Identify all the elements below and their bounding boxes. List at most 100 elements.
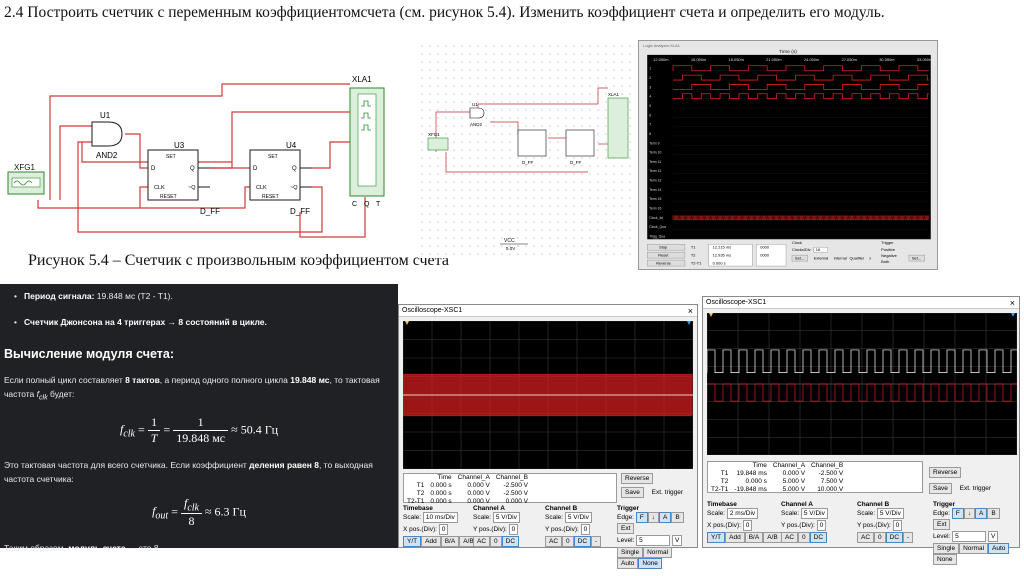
svg-text:~Q: ~Q (290, 185, 298, 191)
osc1-chb-scale[interactable]: 5 V/Div (564, 512, 592, 523)
osc1-xpos[interactable]: 0 (438, 524, 449, 535)
svg-text:U4: U4 (286, 141, 297, 150)
svg-text:Clocks/Div: Clocks/Div (792, 247, 811, 252)
cursor-t1-marker (405, 321, 409, 325)
svg-text:D: D (253, 166, 258, 172)
logic-analyzer-window: Logic Analyzer-XLA1 Time (s) 12.050m 15.0… (638, 40, 938, 270)
svg-text:D_FF: D_FF (200, 207, 220, 216)
osc2-screen (706, 312, 1020, 456)
osc1-timebase-scale[interactable]: 10 ms/Div (422, 512, 458, 523)
la-time-tick: 27.050m (842, 57, 858, 62)
formula-fclk: fclk = 1T = 1 19.848 мс ≈ 50.4 Гц (119, 414, 279, 445)
osc1-trigger-level[interactable]: 5 (636, 535, 671, 546)
la-channel-label: 6 (649, 113, 651, 117)
la-channel-label: 7 (649, 123, 651, 127)
bullet-johnson: Счетчик Джонсона на 4 триггерах → 8 сост… (14, 317, 394, 327)
osc1-save-button[interactable]: Save (621, 487, 644, 498)
svg-text:D: D (151, 166, 156, 172)
paragraph-conclusion: Таким образом, модуль счета — это 8. (4, 543, 161, 554)
osc1-mode-yt[interactable]: Y/T (403, 536, 422, 547)
explanation-panel: Период сигнала: 19.848 мс (T2 - T1). Сче… (0, 284, 398, 553)
la-time-header: Time (s) (779, 49, 797, 55)
la-channel-label: Term 11 (649, 160, 661, 164)
la-channel-label: Clock_Int (649, 216, 663, 220)
svg-text:AND2: AND2 (470, 122, 483, 127)
svg-text:U1: U1 (472, 102, 478, 107)
la-channel-label: 8 (649, 132, 651, 136)
osc2-xpos[interactable]: 0 (742, 520, 753, 531)
svg-text:12.215 ms: 12.215 ms (713, 245, 731, 250)
osc1-cha-scale[interactable]: 5 V/Div (492, 512, 520, 523)
cursor-t1-marker (709, 313, 713, 317)
la-time-tick: 24.050m (804, 57, 820, 62)
osc1-cha-ypos[interactable]: 0 (508, 524, 519, 535)
osc1-readout: Time Channel_A Channel_B T1 0.000 s 0.000 V-… (403, 473, 617, 505)
osc1-close-icon[interactable]: × (688, 305, 693, 317)
osc1-reverse-button[interactable]: Reverse (621, 473, 654, 484)
la-channel-label: 4 (649, 95, 651, 99)
osc2-save-button[interactable]: Save (929, 483, 952, 494)
osc2-chb-scale[interactable]: 5 V/Div (876, 508, 904, 519)
svg-text:D_FF: D_FF (522, 160, 534, 165)
svg-text:D_FF: D_FF (570, 160, 582, 165)
formula-fout: fout = fclk 8 ≈ 6.3 Гц (152, 495, 246, 529)
svg-text:SET: SET (268, 154, 278, 160)
svg-text:RESET: RESET (262, 194, 279, 200)
and-gate: U1 AND2 (91, 111, 123, 160)
la-channel-label: 5 (649, 104, 651, 108)
la-time-tick: 21.050m (766, 57, 782, 62)
svg-text:SET: SET (166, 154, 176, 160)
la-time-tick: 12.050m (653, 57, 669, 62)
osc2-timebase-scale[interactable]: 2 ms/Div (726, 508, 759, 519)
osc2-cha-scale[interactable]: 5 V/Div (800, 508, 828, 519)
osc2-cha-ypos[interactable]: 0 (816, 520, 827, 531)
svg-text:0000: 0000 (760, 245, 770, 250)
svg-text:Reverse: Reverse (656, 261, 672, 266)
svg-text:Q: Q (190, 166, 195, 172)
la-time-tick: 30.050m (879, 57, 895, 62)
svg-text:Q: Q (292, 166, 297, 172)
svg-text:T: T (376, 201, 381, 208)
svg-text:Qualifier: Qualifier (849, 256, 864, 261)
osc2-trigger-level[interactable]: 5 (952, 531, 987, 542)
svg-text:Internal: Internal (834, 256, 847, 261)
la-channel-label: Term 12 (649, 169, 661, 173)
bullet-period: Период сигнала: 19.848 мс (T2 - T1). (14, 291, 394, 301)
osc2-mode-yt[interactable]: Y/T (707, 532, 726, 543)
osc2-reverse-button[interactable]: Reverse (929, 467, 962, 478)
la-channel-label: Term 16 (649, 207, 661, 211)
svg-text:XLA1: XLA1 (352, 75, 372, 84)
svg-text:XFG1: XFG1 (428, 132, 440, 137)
svg-text:Trigger: Trigger (881, 240, 894, 245)
la-channel-label: Term 9 (649, 141, 659, 145)
oscilloscope-window-1: Oscilloscope-XSC1 × Time Channel_A Channel_… (398, 304, 698, 569)
oscilloscope-window-2: Oscilloscope-XSC1 × Time Channel_A Channel_… (702, 296, 1020, 565)
osc1-chb-ypos[interactable]: 0 (580, 524, 591, 535)
svg-text:Q: Q (364, 201, 370, 208)
paragraph-clock: Если полный цикл составляет 8 тактов, а … (4, 375, 380, 402)
osc1-title: Oscilloscope-XSC1 (402, 307, 463, 314)
la-time-tick: 33.050m (917, 57, 933, 62)
la-time-tick: 15.050m (691, 57, 707, 62)
svg-text:x: x (869, 256, 871, 261)
osc2-close-icon[interactable]: × (1010, 297, 1015, 309)
svg-text:0.000 s: 0.000 s (713, 261, 726, 266)
svg-text:XLA1: XLA1 (608, 92, 620, 97)
workspace-components: XFG1 U1 AND2 D_FF D_FF XLA1 VCC 5.0V (427, 92, 629, 251)
svg-text:Clock: Clock (792, 240, 802, 245)
svg-text:External: External (814, 256, 829, 261)
flip-flop-u3: U3 SET D Q CLK ~Q RESET D_FF (147, 141, 220, 216)
osc2-chb-ypos[interactable]: 0 (892, 520, 903, 531)
svg-text:Stop: Stop (659, 245, 668, 250)
la-channel-label: Trigg_Qua (649, 234, 665, 238)
svg-text:RESET: RESET (160, 194, 177, 200)
svg-text:CLK: CLK (154, 185, 165, 191)
svg-text:U3: U3 (174, 141, 185, 150)
la-channel-label: Clock_Qua (649, 225, 666, 229)
logic-analyzer-symbol: XLA1 C Q T (349, 75, 385, 208)
svg-text:T2: T2 (691, 253, 696, 258)
la-channel-label: Term 13 (649, 179, 661, 183)
la-channel-label: 2 (649, 76, 651, 80)
task-heading: 2.4 Построить счетчик с переменным коэфф… (4, 4, 885, 21)
la-channel-label: 3 (649, 85, 651, 89)
